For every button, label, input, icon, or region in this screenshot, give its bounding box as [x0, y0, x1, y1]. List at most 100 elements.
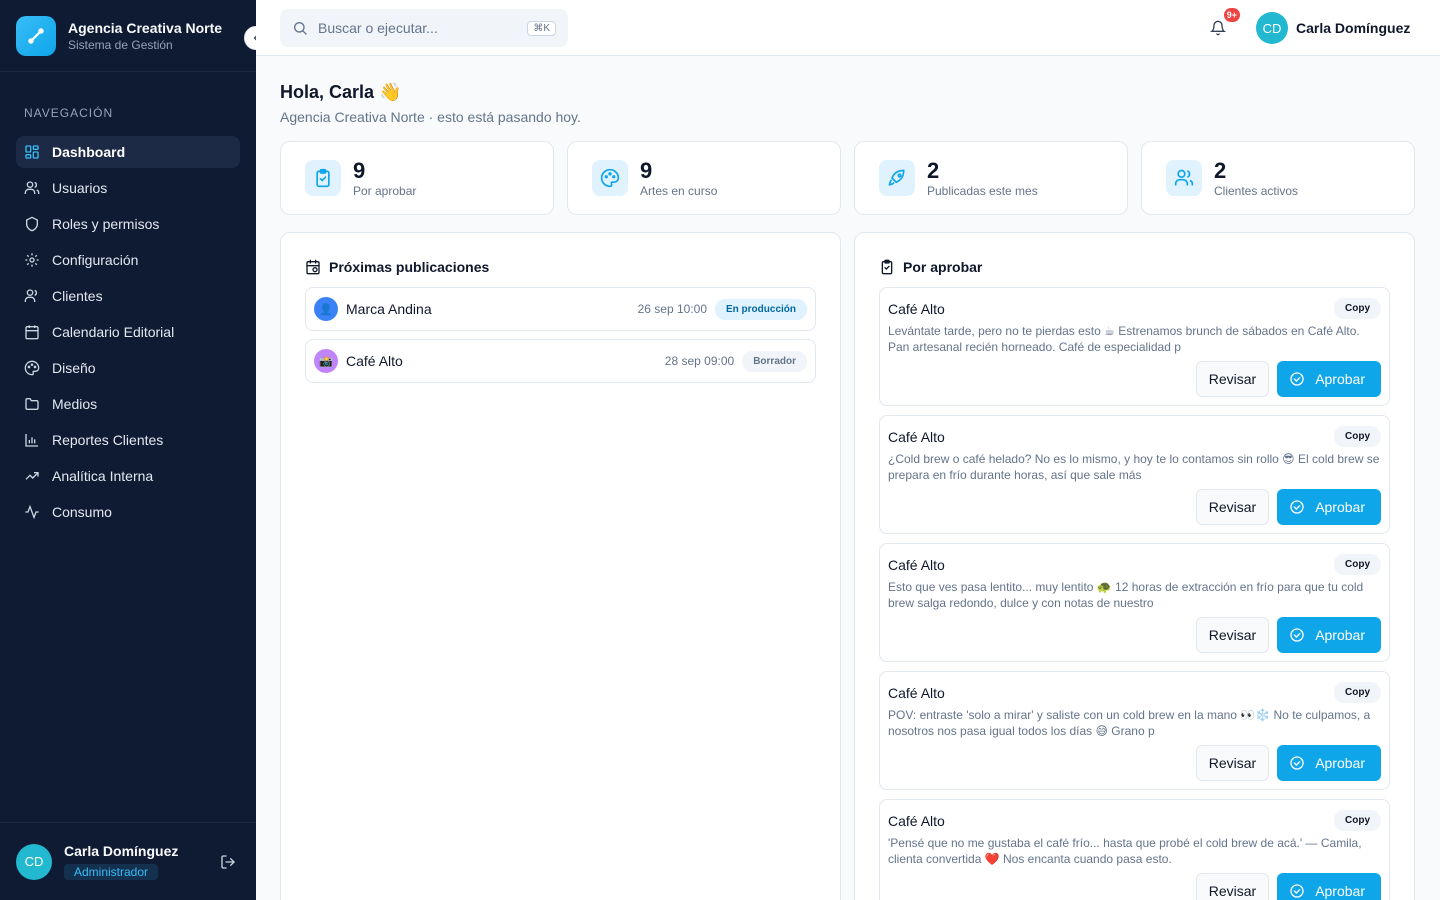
user-menu[interactable]: CD Carla Domínguez: [1256, 12, 1410, 44]
review-button[interactable]: Revisar: [1195, 361, 1270, 397]
bell-icon: [1210, 20, 1226, 36]
clipboard-check-icon: [316, 168, 330, 188]
stat-card-artes-en-curso[interactable]: 9 Artes en curso: [567, 141, 841, 215]
brand-logo-icon[interactable]: [16, 15, 56, 56]
stat-label: Por aprobar: [353, 184, 417, 198]
type-chip: Copy: [1334, 298, 1381, 319]
stat-value: 9: [353, 158, 366, 183]
sidebar-item-label: Configuración: [52, 252, 139, 268]
stat-card-clientes-activos[interactable]: 2 Clientes activos: [1141, 141, 1415, 215]
sidebar-item-label: Reportes Clientes: [52, 432, 164, 448]
check-circle-icon: [1290, 884, 1304, 898]
approval-card: Café Alto Copy 'Pensé que no me gustaba …: [879, 799, 1390, 900]
approve-button[interactable]: Aprobar: [1277, 489, 1381, 525]
review-button[interactable]: Revisar: [1195, 873, 1270, 900]
sidebar-item-label: Dashboard: [52, 144, 126, 160]
notifications-button[interactable]: 9+: [1206, 8, 1240, 40]
approval-card: Café Alto Copy ¿Cold brew o café helado?…: [879, 415, 1390, 534]
sidebar-item-label: Calendario Editorial: [52, 324, 175, 340]
avatar: CD: [1256, 12, 1288, 44]
sidebar-item-label: Medios: [52, 396, 98, 412]
approve-button[interactable]: Aprobar: [1277, 745, 1381, 781]
publication-date: 26 sep 10:00: [637, 302, 707, 316]
approval-card: Café Alto Copy POV: entraste 'solo a mir…: [879, 671, 1390, 790]
sidebar-item-roles[interactable]: Roles y permisos: [16, 208, 240, 240]
review-button[interactable]: Revisar: [1195, 617, 1270, 653]
brand-subtitle: Sistema de Gestión: [68, 37, 173, 52]
avatar[interactable]: CD: [16, 843, 52, 880]
sidebar-item-usuarios[interactable]: Usuarios: [16, 172, 240, 204]
user-name: Carla Domínguez: [1296, 20, 1411, 36]
sidebar-item-label: Usuarios: [52, 180, 108, 196]
approval-text: Levántate tarde, pero no te pierdas esto…: [888, 324, 1360, 354]
approve-label: Aprobar: [1315, 627, 1365, 643]
logout-button[interactable]: [216, 850, 240, 874]
sidebar-item-medios[interactable]: Medios: [16, 388, 240, 420]
stat-label: Artes en curso: [640, 184, 718, 198]
approval-list[interactable]: Café Alto Copy Levántate tarde, pero no …: [879, 287, 1390, 900]
sidebar-item-analitica[interactable]: Analítica Interna: [16, 460, 240, 492]
sidebar-item-label: Consumo: [52, 504, 112, 520]
approval-text: POV: entraste 'solo a mirar' y saliste c…: [888, 708, 1371, 738]
check-circle-icon: [1290, 628, 1304, 642]
approve-button[interactable]: Aprobar: [1277, 361, 1381, 397]
sidebar-item-calendario[interactable]: Calendario Editorial: [16, 316, 240, 348]
stat-card-publicadas[interactable]: 2 Publicadas este mes: [854, 141, 1128, 215]
approval-text: 'Pensé que no me gustaba el café frío...…: [888, 836, 1362, 866]
sidebar-item-reportes[interactable]: Reportes Clientes: [16, 424, 240, 456]
users-icon: [24, 181, 40, 194]
calendar-clock-icon: [306, 259, 320, 275]
clipboard-check-icon: [881, 259, 893, 275]
sidebar-item-label: Diseño: [52, 360, 96, 376]
stat-value: 9: [640, 158, 653, 183]
review-button[interactable]: Revisar: [1195, 745, 1270, 781]
approvals-panel: Por aprobar Café Alto Copy Levántate tar…: [854, 232, 1415, 900]
type-chip: Copy: [1334, 810, 1381, 831]
approve-label: Aprobar: [1315, 371, 1365, 387]
users-icon: [1174, 169, 1194, 186]
sidebar-item-diseno[interactable]: Diseño: [16, 352, 240, 384]
page-title: Hola, Carla 👋: [280, 82, 402, 102]
user-name: Carla Domínguez: [64, 843, 179, 859]
top-bar: ⌘K 9+ CD Carla Domínguez: [256, 0, 1440, 56]
type-chip: Copy: [1334, 554, 1381, 575]
search-input[interactable]: [318, 20, 528, 36]
approval-card: Café Alto Copy Levántate tarde, pero no …: [879, 287, 1390, 406]
brand: Agencia Creativa Norte Sistema de Gestió…: [0, 0, 268, 72]
sidebar-item-dashboard[interactable]: Dashboard: [16, 136, 240, 168]
stat-label: Clientes activos: [1214, 184, 1299, 198]
status-badge: Borrador: [742, 350, 807, 372]
stat-card-por-aprobar[interactable]: 9 Por aprobar: [280, 141, 554, 215]
nav-heading: NAVEGACIÓN: [24, 106, 114, 120]
approval-client: Café Alto: [888, 684, 945, 701]
logout-icon: [221, 854, 235, 869]
sidebar-item-configuracion[interactable]: Configuración: [16, 244, 240, 276]
stat-value: 2: [927, 158, 940, 183]
publication-item[interactable]: 📸 Café Alto 28 sep 09:00 Borrador: [305, 339, 816, 383]
review-button[interactable]: Revisar: [1195, 489, 1270, 525]
page-subtitle: Agencia Creativa Norte · esto está pasan…: [280, 109, 581, 125]
status-badge: En producción: [715, 298, 807, 320]
trending-icon: [25, 472, 39, 480]
search-bar[interactable]: ⌘K: [280, 9, 568, 47]
publication-client: Café Alto: [346, 353, 403, 369]
type-chip: Copy: [1334, 682, 1381, 703]
calendar-icon: [25, 325, 39, 340]
sidebar-item-clientes[interactable]: Clientes: [16, 280, 240, 312]
approve-button[interactable]: Aprobar: [1277, 617, 1381, 653]
publication-item[interactable]: 👤 Marca Andina 26 sep 10:00 En producció…: [305, 287, 816, 331]
role-badge: Administrador: [64, 864, 159, 880]
panel-title: Próximas publicaciones: [329, 259, 490, 275]
shortcut-hint: ⌘K: [527, 20, 556, 36]
upcoming-publications-panel: Próximas publicaciones 👤 Marca Andina 26…: [280, 232, 841, 900]
client-avatar: 📸: [314, 349, 338, 373]
type-chip: Copy: [1334, 426, 1381, 447]
rocket-icon: [888, 169, 905, 186]
sidebar-item-consumo[interactable]: Consumo: [16, 496, 240, 528]
clients-icon: [24, 289, 37, 302]
approve-label: Aprobar: [1315, 499, 1365, 515]
approve-button[interactable]: Aprobar: [1277, 873, 1381, 900]
search-icon: [294, 22, 307, 35]
approve-label: Aprobar: [1315, 883, 1365, 899]
approve-label: Aprobar: [1315, 755, 1365, 771]
